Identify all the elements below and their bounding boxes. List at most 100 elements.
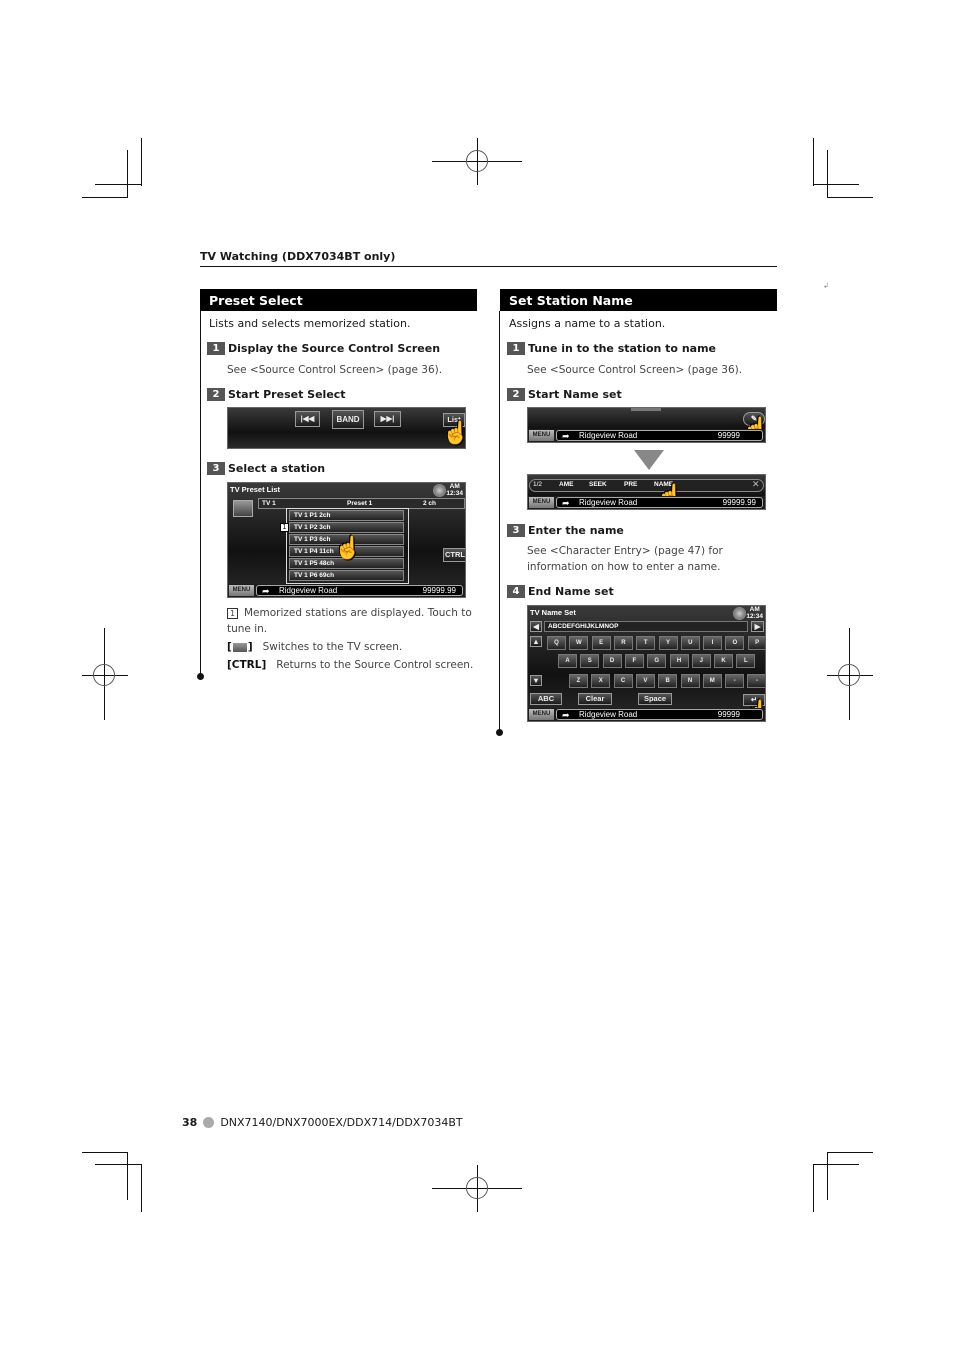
key-h[interactable]: H	[669, 654, 689, 668]
turn-arrow-icon: ➦	[262, 586, 270, 596]
key-c[interactable]: C	[613, 674, 633, 688]
tv-screen-button[interactable]	[233, 500, 253, 517]
step-2: 2 Start Preset Select	[207, 388, 346, 401]
running-head: TV Watching (DDX7034BT only)	[200, 250, 396, 263]
nav-status-bar: MENU ➦ Ridgeview Road 99999.99	[228, 584, 465, 597]
navigation-info[interactable]: ➦ Ridgeview Road 99999	[556, 709, 763, 720]
step-1: 1 Tune in to the station to name	[507, 342, 716, 355]
key-d[interactable]: D	[602, 654, 622, 668]
step-number: 2	[207, 388, 225, 401]
step-title: Enter the name	[528, 524, 624, 537]
section-title: Preset Select	[200, 289, 477, 311]
abc-button[interactable]: ABC	[530, 693, 562, 705]
callout-marker: 1	[280, 523, 289, 532]
menu-button[interactable]: MENU	[229, 585, 254, 596]
key-k[interactable]: K	[714, 654, 734, 668]
ame-button[interactable]: AME	[559, 481, 573, 488]
step-title: Display the Source Control Screen	[228, 342, 441, 355]
space-button[interactable]: Space	[638, 693, 672, 705]
prev-button[interactable]: |◀◀	[295, 411, 320, 427]
hand-pointer-icon: ☝	[442, 422, 465, 444]
key-w[interactable]: W	[569, 636, 589, 650]
tv-name-set-screen: TV Name Set AM 12:34 ◀ ABCDEFGHIJKLMNOP …	[527, 605, 766, 722]
cursor-right-button[interactable]: ▶	[751, 621, 764, 632]
key-e[interactable]: E	[591, 636, 611, 650]
stray-mark: ↲	[823, 282, 829, 290]
navigation-info[interactable]: ➦ Ridgeview Road 99999	[556, 430, 763, 441]
key-dash[interactable]: -	[725, 674, 745, 688]
step-number: 1	[507, 342, 525, 355]
key-y[interactable]: Y	[658, 636, 678, 650]
scroll-down-button[interactable]: ▼	[530, 675, 542, 686]
key-r[interactable]: R	[613, 636, 633, 650]
seek-button[interactable]: SEEK	[589, 481, 607, 488]
key-s[interactable]: S	[580, 654, 600, 668]
down-arrow-icon	[634, 450, 664, 470]
hand-pointer-icon: ☝	[334, 535, 362, 560]
key-p[interactable]: P	[747, 636, 765, 650]
nav-status-bar: MENU ➦ Ridgeview Road 99999.99	[528, 496, 765, 509]
key-u[interactable]: U	[680, 636, 700, 650]
end-marker	[496, 729, 503, 736]
preset-item[interactable]: TV 1 P2 3ch	[289, 522, 404, 533]
globe-icon	[733, 607, 746, 620]
key-g[interactable]: G	[647, 654, 667, 668]
navigation-info[interactable]: ➦ Ridgeview Road 99999.99	[556, 497, 763, 508]
nav-status-bar: MENU ➦ Ridgeview Road 99999	[528, 429, 765, 442]
end-marker	[197, 673, 204, 680]
key-m[interactable]: M	[702, 674, 722, 688]
pre-button[interactable]: PRE	[624, 481, 637, 488]
close-icon[interactable]: ✕	[752, 479, 760, 490]
step-title: Start Preset Select	[228, 388, 346, 401]
menu-button[interactable]: MENU	[529, 430, 554, 441]
key-b[interactable]: B	[658, 674, 678, 688]
key-l[interactable]: L	[736, 654, 756, 668]
key-z[interactable]: Z	[569, 674, 588, 688]
key-v[interactable]: V	[635, 674, 655, 688]
source-control-screen: ✎ ☝ MENU ➦ Ridgeview Road 99999	[527, 407, 766, 443]
globe-icon	[433, 484, 446, 497]
key-f[interactable]: F	[624, 654, 644, 668]
menu-button[interactable]: MENU	[529, 497, 554, 508]
cursor-left-button[interactable]: ◀	[530, 621, 542, 632]
band-button[interactable]: BAND	[332, 410, 364, 429]
step-3: 3 Select a station	[207, 462, 325, 475]
note-tv-screen: [] Switches to the TV screen.	[227, 641, 403, 653]
preset-item[interactable]: TV 1 P1 2ch	[289, 510, 404, 521]
column-rule	[200, 311, 201, 677]
step-number: 1	[207, 342, 225, 355]
control-bar-screen: |◀◀ BAND ▶▶| List ☝	[227, 407, 466, 449]
page-number: 38	[182, 1116, 198, 1129]
step-4: 4 End Name set	[507, 585, 614, 598]
key-j[interactable]: J	[691, 654, 711, 668]
step-title: End Name set	[528, 585, 614, 598]
menu-button[interactable]: MENU	[529, 709, 554, 720]
navigation-info[interactable]: ➦ Ridgeview Road 99999.99	[256, 585, 463, 596]
step-title: Select a station	[228, 462, 326, 475]
note-memorized-stations: 1 Memorized stations are displayed. Touch…	[227, 607, 472, 635]
key-a[interactable]: A	[558, 654, 577, 668]
note-ctrl: [CTRL] Returns to the Source Control scre…	[227, 659, 474, 671]
column-rule	[499, 311, 500, 731]
key-n[interactable]: N	[680, 674, 700, 688]
name-input[interactable]: ABCDEFGHIJKLMNOP	[544, 621, 748, 632]
ctrl-button[interactable]: CTRL	[443, 548, 465, 562]
screen-title: TV Preset List	[230, 485, 281, 494]
clear-button[interactable]: Clear	[578, 693, 612, 705]
preset-item[interactable]: TV 1 P6 69ch	[289, 570, 404, 581]
key-dash[interactable]: -	[747, 674, 765, 688]
preset-list-screen: TV Preset List AM 12:34 TV 1 Preset 1 2 …	[227, 482, 466, 598]
key-o[interactable]: O	[725, 636, 745, 650]
scroll-up-button[interactable]: ▲	[530, 636, 542, 647]
key-x[interactable]: X	[591, 674, 611, 688]
step-description: See <Source Control Screen> (page 36).	[527, 364, 743, 376]
key-q[interactable]: Q	[547, 636, 566, 650]
next-button[interactable]: ▶▶|	[374, 411, 401, 427]
key-t[interactable]: T	[636, 636, 656, 650]
key-i[interactable]: I	[703, 636, 723, 650]
bullet-icon	[203, 1117, 215, 1128]
step-2: 2 Start Name set	[507, 388, 622, 401]
step-number: 3	[507, 524, 525, 537]
tv-screen-icon	[232, 642, 247, 652]
turn-arrow-icon: ➦	[562, 710, 570, 720]
